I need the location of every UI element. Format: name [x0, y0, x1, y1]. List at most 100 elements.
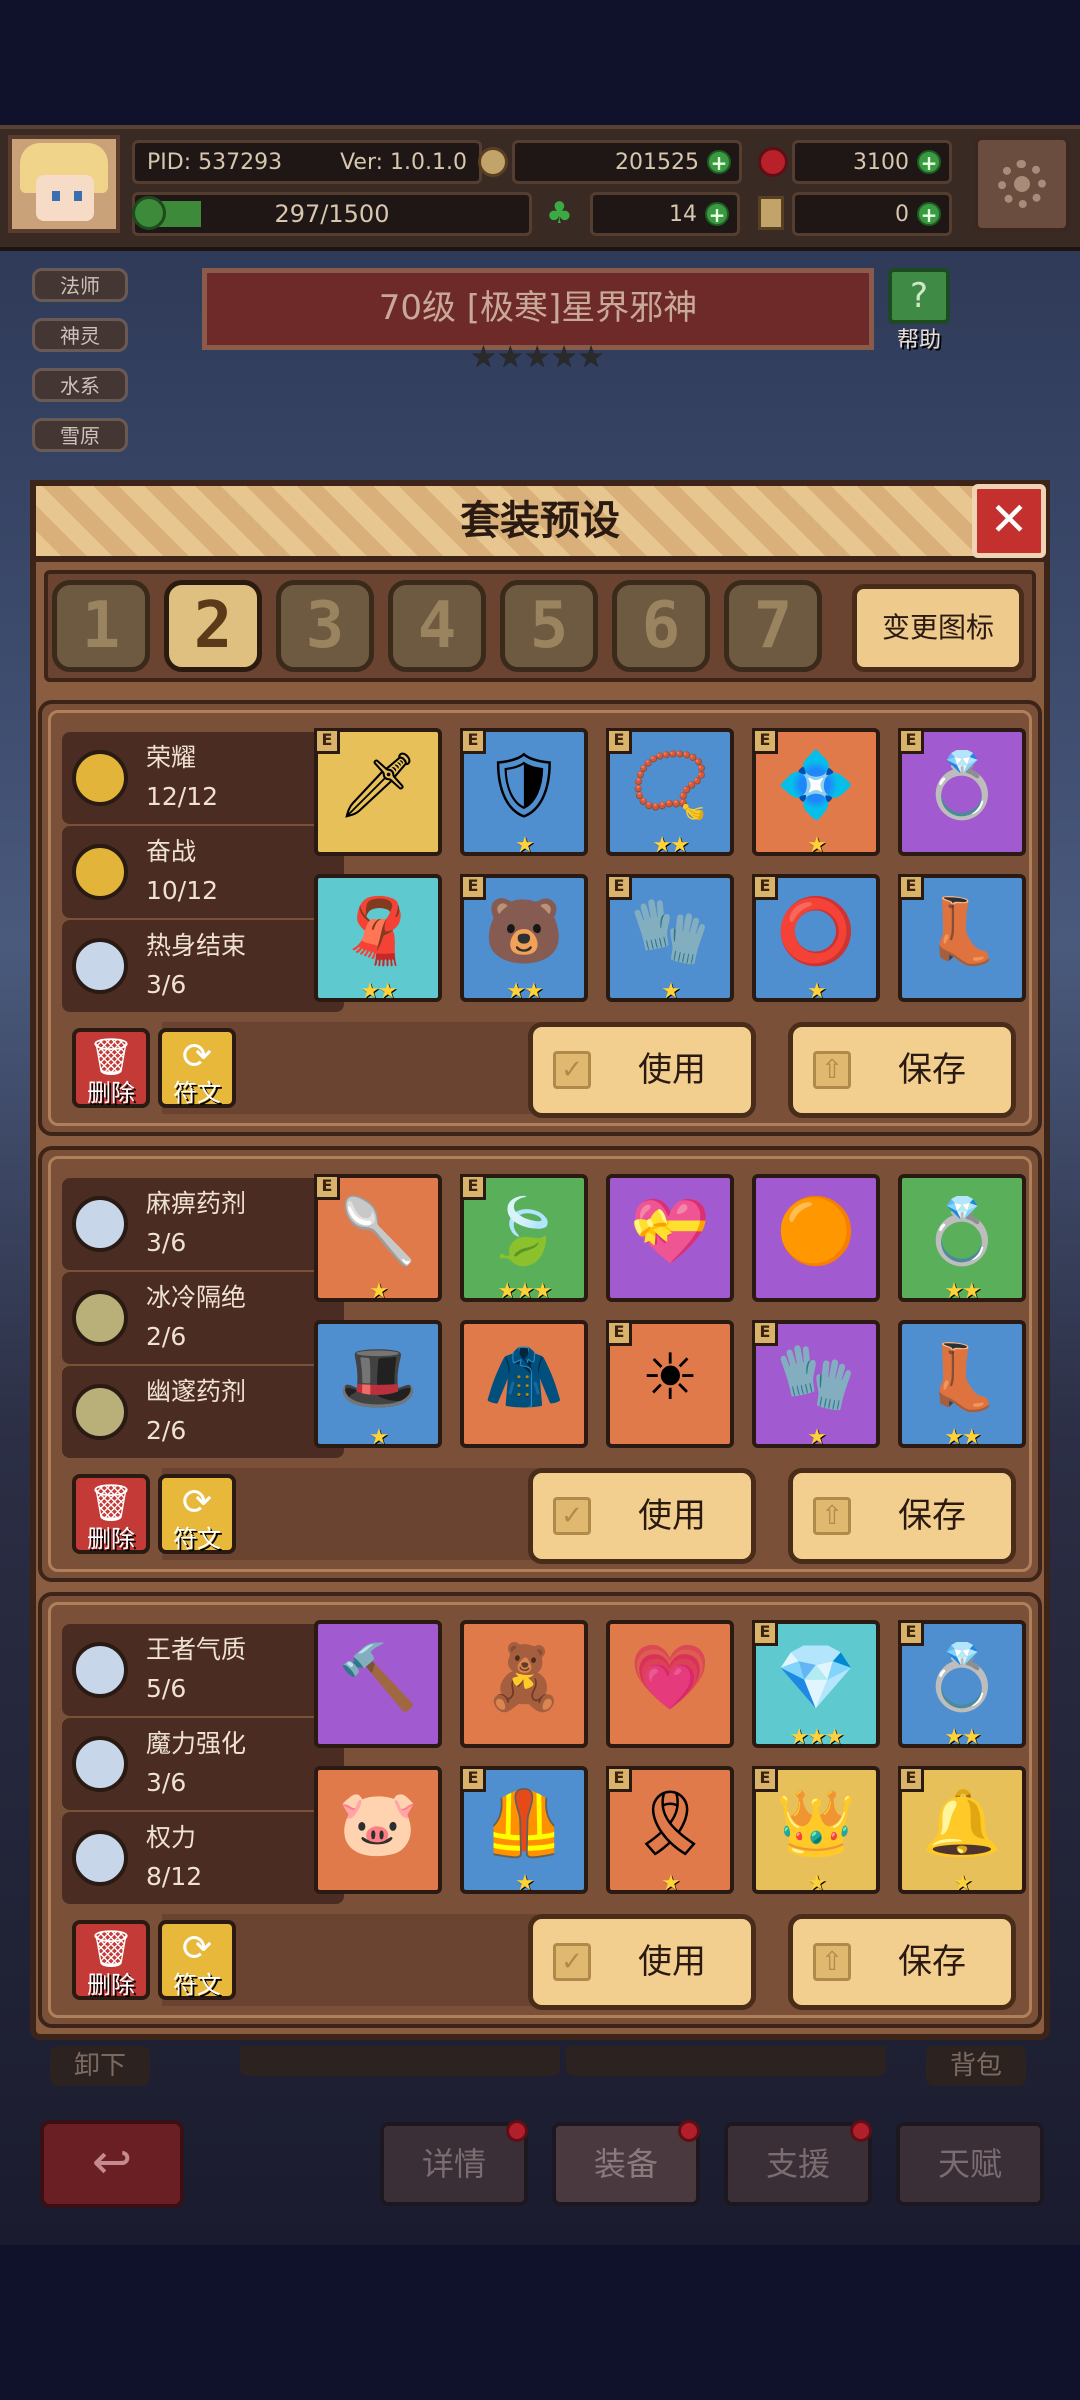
boss-title: 70级 [极寒]星界邪神: [202, 268, 874, 350]
set-medal-icon: [72, 1384, 128, 1440]
equipment-item-icon: 💍: [922, 749, 1002, 823]
set-bonus-row[interactable]: 荣耀 12/12: [62, 732, 344, 824]
nav-talent[interactable]: 天赋: [896, 2122, 1044, 2206]
delete-button[interactable]: 🗑 删除: [72, 1474, 150, 1554]
equipment-slot[interactable]: 💍 E: [898, 728, 1026, 856]
equipment-slot[interactable]: 🦺 E ★: [460, 1766, 588, 1896]
equipment-slot[interactable]: 🗡 E: [314, 728, 442, 856]
help-button[interactable]: ? 帮助: [880, 268, 958, 354]
equipment-slot[interactable]: 🧤 E ★: [606, 874, 734, 1004]
equipment-slot[interactable]: 💎 E ★★★: [752, 1620, 880, 1750]
gem-amount: 3100: [853, 149, 909, 175]
save-button[interactable]: ⇧ 保存: [788, 1914, 1016, 2010]
nav-equipment-label: 装备: [593, 2145, 658, 2183]
equipped-badge-icon: E: [606, 728, 632, 754]
equipment-slot[interactable]: 🥄 E ★: [314, 1174, 442, 1304]
set-bonus-row[interactable]: 麻痹药剂 3/6: [62, 1178, 344, 1270]
equipped-badge-icon: E: [460, 728, 486, 754]
set-bonus-row[interactable]: 魔力强化 3/6: [62, 1718, 344, 1810]
version-label: Ver: 1.0.1.0: [340, 149, 467, 175]
set-bonus-row[interactable]: 热身结束 3/6: [62, 920, 344, 1012]
equipment-slot[interactable]: ☀ E: [606, 1320, 734, 1448]
preset-section: 麻痹药剂 3/6 冰冷隔绝 2/6 幽邃药剂 2/6 🥄 E ★ 🍃 E ★★★ 💝 🟠 💍 ★★ 🎩 ★ 🧥 ☀ E 🧤…: [38, 1146, 1042, 1582]
preset-tab-7[interactable]: 7: [724, 580, 822, 672]
set-name: 幽邃药剂: [146, 1377, 247, 1406]
item-stars: ★: [661, 979, 681, 1004]
use-button[interactable]: ✓ 使用: [528, 1914, 756, 2010]
nav-support[interactable]: 支援: [724, 2120, 872, 2206]
equipment-slot[interactable]: 🧸: [460, 1620, 588, 1748]
equipment-slot[interactable]: 💍 E ★★: [898, 1620, 1026, 1750]
set-bonus-row[interactable]: 权力 8/12: [62, 1812, 344, 1904]
delete-button[interactable]: 🗑 删除: [72, 1920, 150, 2000]
set-bonus-row[interactable]: 王者气质 5/6: [62, 1624, 344, 1716]
set-bonus-row[interactable]: 冰冷隔绝 2/6: [62, 1272, 344, 1364]
preset-tab-4[interactable]: 4: [388, 580, 486, 672]
equipment-slot[interactable]: 💗: [606, 1620, 734, 1748]
set-bonus-row[interactable]: 幽邃药剂 2/6: [62, 1366, 344, 1458]
use-button[interactable]: ✓ 使用: [528, 1468, 756, 1564]
change-icon-button[interactable]: 变更图标: [852, 584, 1024, 672]
add-gold-icon[interactable]: +: [707, 150, 731, 174]
equipment-slot[interactable]: 🛡 E ★: [460, 728, 588, 858]
preset-tab-3[interactable]: 3: [276, 580, 374, 672]
close-button[interactable]: ✕: [972, 484, 1046, 558]
equipment-slot[interactable]: 🐻 E ★★: [460, 874, 588, 1004]
preset-tab-5[interactable]: 5: [500, 580, 598, 672]
nav-details[interactable]: 详情: [380, 2120, 528, 2206]
behind-slot: [566, 2046, 886, 2076]
equipment-slot[interactable]: 💍 ★★: [898, 1174, 1026, 1304]
add-clover-icon[interactable]: +: [705, 202, 729, 226]
equipment-item-icon: 🎩: [338, 1341, 418, 1415]
item-stars: ★: [807, 1871, 827, 1896]
equipment-slot[interactable]: ⭕ E ★: [752, 874, 880, 1004]
item-stars: ★: [807, 833, 827, 858]
set-medal-icon: [72, 844, 128, 900]
help-label: 帮助: [896, 328, 941, 353]
back-arrow-icon: ↩: [91, 2134, 133, 2190]
set-name: 权力: [146, 1823, 197, 1852]
add-key-icon[interactable]: +: [917, 202, 941, 226]
equipment-slot[interactable]: 🔔 E ★: [898, 1766, 1026, 1896]
save-arrow-icon: ⇧: [813, 1051, 851, 1089]
equipped-badge-icon: E: [752, 874, 778, 900]
rune-button[interactable]: ⟳ 符文: [158, 1028, 236, 1108]
save-button[interactable]: ⇧ 保存: [788, 1022, 1016, 1118]
equipment-item-icon: 💠: [776, 749, 856, 823]
delete-button[interactable]: 🗑 删除: [72, 1028, 150, 1108]
preset-tab-6[interactable]: 6: [612, 580, 710, 672]
equipment-slot[interactable]: 🍃 E ★★★: [460, 1174, 588, 1304]
player-avatar[interactable]: [8, 135, 120, 233]
rune-button[interactable]: ⟳ 符文: [158, 1920, 236, 2000]
save-button[interactable]: ⇧ 保存: [788, 1468, 1016, 1564]
item-stars: ★★★: [789, 1725, 844, 1750]
equipment-slot[interactable]: 📿 E ★★: [606, 728, 734, 858]
equipment-slot[interactable]: 🧥: [460, 1320, 588, 1448]
preset-tab-1[interactable]: 1: [52, 580, 150, 672]
set-bonus-row[interactable]: 奋战 10/12: [62, 826, 344, 918]
equipment-slot[interactable]: 🎗 E ★: [606, 1766, 734, 1896]
equipment-slot[interactable]: 👑 E ★: [752, 1766, 880, 1896]
preset-tab-2[interactable]: 2: [164, 580, 262, 672]
equipment-slot[interactable]: 💝: [606, 1174, 734, 1302]
bag-button[interactable]: 背包: [926, 2046, 1026, 2086]
nav-equipment[interactable]: 装备: [552, 2120, 700, 2206]
settings-button[interactable]: [974, 136, 1070, 232]
tag-region: 雪原: [32, 418, 128, 452]
equipment-slot[interactable]: 🐷: [314, 1766, 442, 1894]
equipment-slot[interactable]: 🔨: [314, 1620, 442, 1748]
equipment-slot[interactable]: 👢 E: [898, 874, 1026, 1002]
use-button[interactable]: ✓ 使用: [528, 1022, 756, 1118]
equipment-slot[interactable]: 🧤 E ★: [752, 1320, 880, 1450]
unequip-button[interactable]: 卸下: [50, 2046, 150, 2086]
equipped-badge-icon: E: [898, 728, 924, 754]
add-gem-icon[interactable]: +: [917, 150, 941, 174]
equipment-slot[interactable]: 💠 E ★: [752, 728, 880, 858]
equipment-slot[interactable]: 👢 ★★: [898, 1320, 1026, 1450]
check-icon: ✓: [553, 1943, 591, 1981]
rune-button[interactable]: ⟳ 符文: [158, 1474, 236, 1554]
equipment-slot[interactable]: 🟠: [752, 1174, 880, 1302]
back-button[interactable]: ↩: [40, 2120, 184, 2208]
equipment-slot[interactable]: 🎩 ★: [314, 1320, 442, 1450]
equipment-slot[interactable]: 🧣 ★★: [314, 874, 442, 1004]
